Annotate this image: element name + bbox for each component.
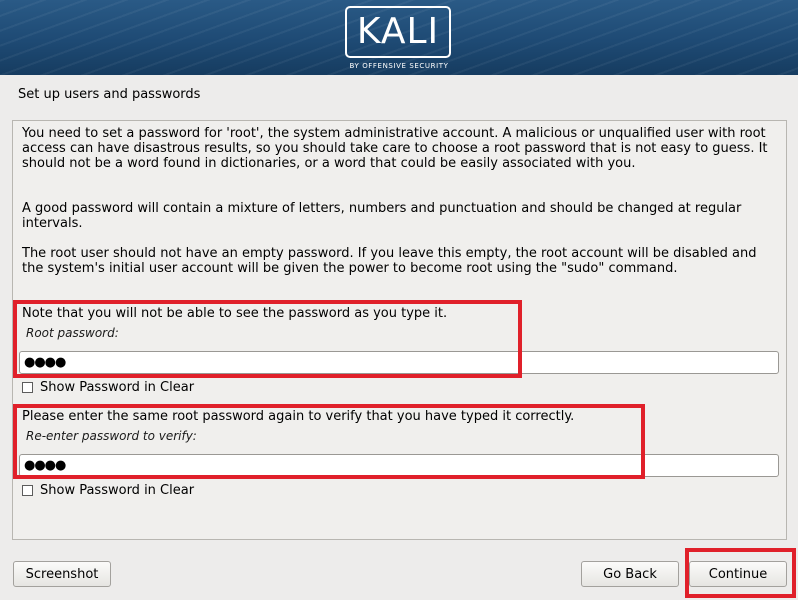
continue-button[interactable]: Continue <box>689 561 787 587</box>
content-frame <box>12 120 787 540</box>
show-password-checkbox-2[interactable] <box>22 485 33 496</box>
root-password-input[interactable]: ●●●● <box>19 351 779 374</box>
logo-subtitle: BY OFFENSIVE SECURITY <box>349 62 449 70</box>
show-password-checkbox-1[interactable] <box>22 382 33 393</box>
verify-password-input[interactable]: ●●●● <box>19 454 779 477</box>
hidden-typing-note: Note that you will not be able to see th… <box>22 306 448 321</box>
logo-text: KALI <box>356 11 440 52</box>
show-password-label-2[interactable]: Show Password in Clear <box>40 483 194 498</box>
page-title: Set up users and passwords <box>18 87 201 102</box>
kali-logo: KALI <box>345 6 451 58</box>
intro-paragraph: You need to set a password for 'root', t… <box>22 126 768 171</box>
show-password-label-1[interactable]: Show Password in Clear <box>40 380 194 395</box>
empty-password-paragraph: The root user should not have an empty p… <box>22 246 757 276</box>
show-password-row-1[interactable]: Show Password in Clear <box>22 380 194 395</box>
go-back-button[interactable]: Go Back <box>581 561 679 587</box>
kali-header-banner: KALI BY OFFENSIVE SECURITY <box>0 0 798 75</box>
show-password-row-2[interactable]: Show Password in Clear <box>22 483 194 498</box>
verify-password-label: Re-enter password to verify: <box>26 429 197 443</box>
password-advice-paragraph: A good password will contain a mixture o… <box>22 201 742 231</box>
screenshot-button[interactable]: Screenshot <box>13 561 111 587</box>
verify-password-note: Please enter the same root password agai… <box>22 409 575 424</box>
root-password-label: Root password: <box>26 326 119 340</box>
